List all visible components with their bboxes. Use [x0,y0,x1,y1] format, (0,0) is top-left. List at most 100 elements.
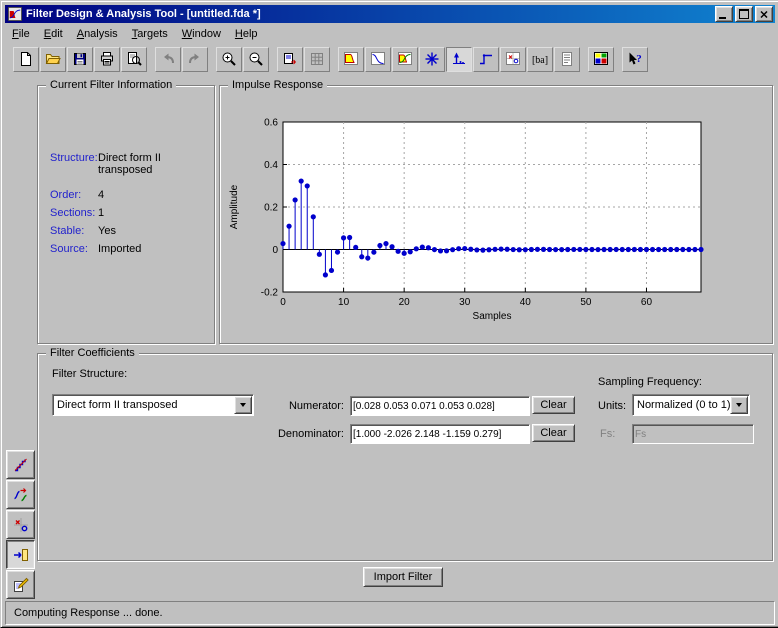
magnitude-phase-button[interactable] [392,46,418,72]
fdatool-window: Filter Design & Analysis Tool - [untitle… [0,0,778,628]
phase-response-button[interactable] [365,46,391,72]
print-to-figure-button[interactable] [277,46,303,72]
sections-label: Sections: [50,207,96,219]
svg-text:Samples: Samples [473,311,512,322]
import-filter-button[interactable]: Import Filter [363,567,443,587]
structure-label: Structure: [50,152,98,164]
toolbar-separator [581,48,588,71]
print-button[interactable] [94,46,120,72]
design-filter-mode-button[interactable] [6,570,35,599]
step-response-button[interactable] [473,46,499,72]
open-folder-icon [45,54,61,64]
coefficients-icon: [ba] [532,55,548,66]
pole-zero-button[interactable] [500,46,526,72]
fs-label: Fs: [600,428,616,440]
pole-zero-editor-button[interactable] [6,510,35,539]
close-button[interactable] [755,6,773,22]
svg-text:[ba]: [ba] [532,55,548,66]
print-preview-button[interactable] [121,46,147,72]
new-session-button[interactable] [13,46,39,72]
current-filter-info-panel: Current Filter Information Structure: Di… [37,79,215,344]
menu-bar: File Edit Analysis Targets Window Help [5,25,775,42]
filter-coefficients-title: Filter Coefficients [46,347,139,360]
numerator-input[interactable] [350,396,530,416]
group-delay-icon [425,52,439,66]
chevron-down-icon[interactable] [730,396,748,414]
export-figure-icon [284,53,296,65]
impulse-response-button[interactable] [446,46,472,72]
clear-denominator-button[interactable]: Clear [532,424,575,442]
svg-text:40: 40 [520,297,532,308]
set-quantization-button[interactable] [6,450,35,479]
toolbar-separator [148,48,155,71]
impulse-response-icon [453,52,465,64]
info-row-order: Order: 4 [50,189,104,201]
menu-file[interactable]: File [5,26,37,42]
clear-numerator-button[interactable]: Clear [532,396,575,414]
units-dropdown[interactable]: Normalized (0 to 1) [632,394,750,416]
transform-filter-button[interactable] [6,480,35,509]
status-bar: Computing Response ... done. [5,601,775,625]
arrow-glyph [240,403,246,407]
filter-info-button [554,46,580,72]
window-title: Filter Design & Analysis Tool - [untitle… [26,8,261,20]
pole-zero-editor-icon [13,517,28,532]
menu-analysis[interactable]: Analysis [70,26,125,42]
menu-help[interactable]: Help [228,26,265,42]
svg-text:?: ? [636,53,642,65]
import-filter-mode-button[interactable] [6,540,35,569]
zoom-in-button[interactable] [216,46,242,72]
menu-targets[interactable]: Targets [125,26,175,42]
transform-filter-icon [13,487,27,501]
coefficients-button[interactable]: [ba] [527,46,553,72]
phase-response-icon [371,52,385,65]
whats-this-button[interactable]: ? [622,46,648,72]
sections-value: 1 [98,207,105,219]
svg-text:0.6: 0.6 [264,118,278,129]
svg-text:10: 10 [338,297,350,308]
new-document-icon [21,52,31,66]
filter-coefficients-panel: Filter Coefficients Filter Structure: Di… [37,347,773,561]
magnitude-response-button[interactable] [338,46,364,72]
open-session-button[interactable] [40,46,66,72]
toolbar-separator [209,48,216,71]
units-value: Normalized (0 to 1) [637,399,730,411]
units-label: Units: [598,400,627,412]
fs-input [632,424,754,444]
group-delay-button[interactable] [419,46,445,72]
svg-text:30: 30 [459,297,471,308]
save-icon [74,53,86,65]
menu-edit[interactable]: Edit [37,26,70,42]
svg-text:0.4: 0.4 [264,160,278,171]
svg-text:-0.2: -0.2 [261,288,279,299]
magnitude-response-icon [344,52,358,65]
info-row-stable: Stable: Yes [50,225,116,237]
grid-icon [311,53,323,65]
menu-window[interactable]: Window [175,26,228,42]
redo-button [182,46,208,72]
denominator-input[interactable] [350,424,530,444]
maximize-button[interactable] [735,6,753,22]
structure-value: Direct form II transposed [98,152,161,176]
zoom-in-icon [222,52,236,66]
info-row-source: Source: Imported [50,243,141,255]
minimize-button[interactable] [715,6,733,22]
impulse-response-panel: Impulse Response 0.6 0.4 0.2 0 -0.2 0 10 20 30 40… [219,79,773,344]
close-icon [760,10,768,18]
title-bar: Filter Design & Analysis Tool - [untitle… [5,5,775,23]
window-controls [713,6,773,22]
quantization-icon [14,458,27,471]
save-session-button[interactable] [67,46,93,72]
filter-structure-dropdown[interactable]: Direct form II transposed [52,394,254,416]
zoom-out-button[interactable] [243,46,269,72]
status-text: Computing Response ... done. [14,607,163,619]
full-view-analysis-button[interactable] [588,46,614,72]
print-icon [101,52,113,66]
undo-button [155,46,181,72]
whats-this-icon: ? [629,52,642,65]
full-view-analysis-icon [594,52,608,65]
stable-label: Stable: [50,225,85,237]
zoom-out-icon [249,52,263,66]
import-filter-icon [13,548,28,561]
toolbar-separator [331,48,338,71]
